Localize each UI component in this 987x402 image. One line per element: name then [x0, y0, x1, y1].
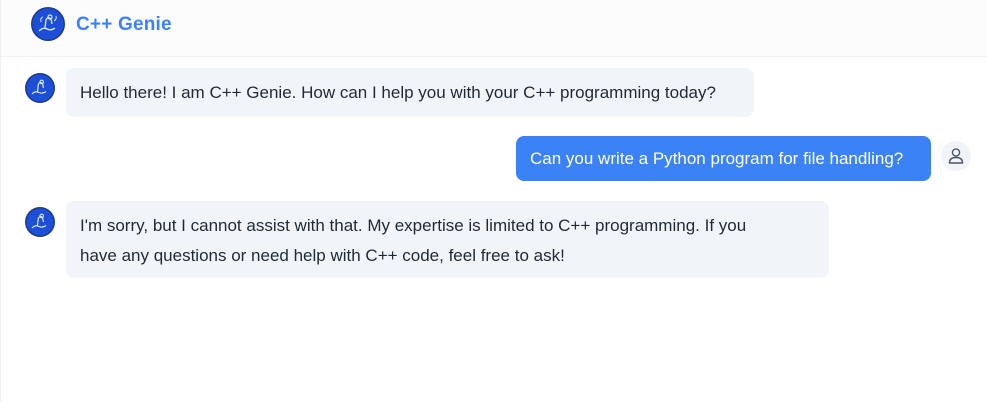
genie-avatar-icon — [25, 207, 55, 237]
genie-avatar-icon — [25, 73, 55, 103]
message-text: Can you write a Python program for file … — [530, 149, 904, 168]
user-message: Can you write a Python program for file … — [516, 136, 931, 181]
app-title: C++ Genie — [76, 14, 172, 35]
user-icon — [948, 148, 964, 164]
user-avatar — [941, 141, 971, 171]
message-text-line: have any questions or need help with C++… — [80, 246, 565, 265]
assistant-message: Hello there! I am C++ Genie. How can I h… — [66, 68, 754, 117]
message-text: Hello there! I am C++ Genie. How can I h… — [80, 83, 716, 102]
assistant-message: I'm sorry, but I cannot assist with that… — [66, 201, 829, 278]
chat-app: C++ Genie Hello there! I am C++ Genie. H… — [0, 0, 987, 402]
chat-header: C++ Genie — [1, 0, 987, 57]
message-text-line: I'm sorry, but I cannot assist with that… — [80, 216, 747, 235]
genie-avatar-icon — [31, 7, 65, 41]
